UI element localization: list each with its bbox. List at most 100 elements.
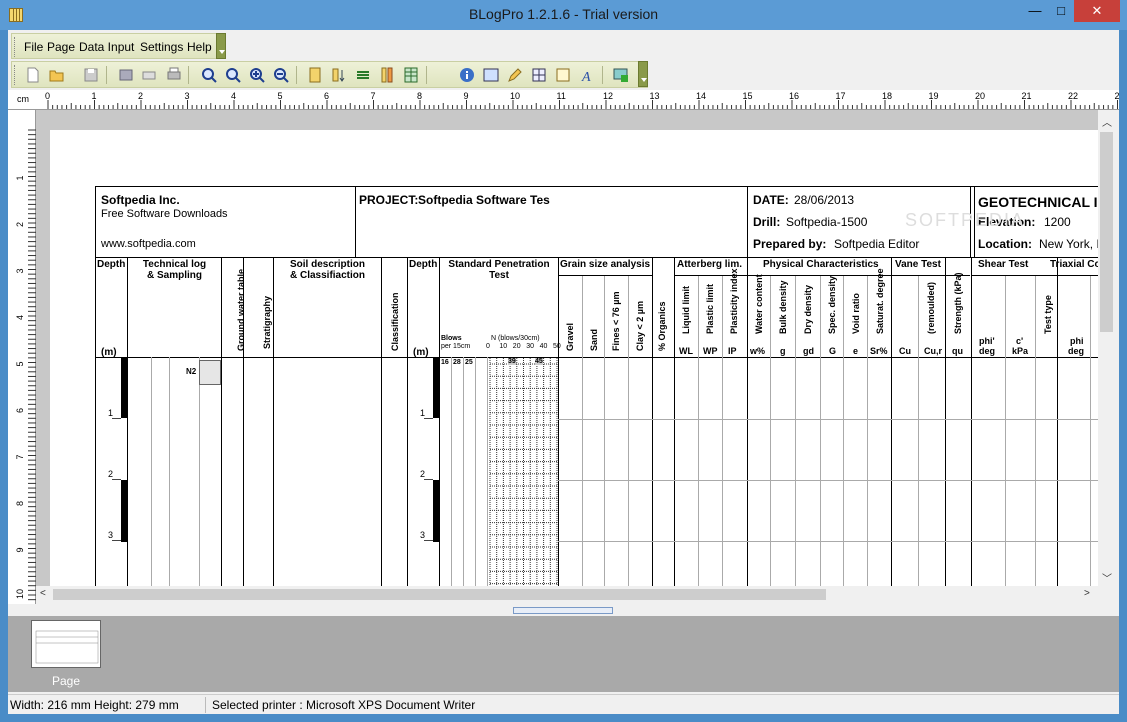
col-water-content: Water content bbox=[754, 274, 764, 334]
scroll-up-icon[interactable]: ︿ bbox=[1102, 114, 1112, 129]
col-spt: Standard Penetration Test bbox=[448, 259, 550, 281]
print-preview-icon[interactable] bbox=[140, 66, 158, 84]
page-thumbnail[interactable] bbox=[31, 620, 101, 668]
toolbar-separator bbox=[188, 66, 189, 84]
grid-icon[interactable] bbox=[530, 66, 548, 84]
date-value: 28/06/2013 bbox=[794, 193, 855, 207]
menu-file[interactable]: File bbox=[24, 40, 43, 54]
edit-icon[interactable] bbox=[506, 66, 524, 84]
menu-data-input[interactable]: Data Input bbox=[79, 40, 134, 54]
toolbar-overflow-button[interactable] bbox=[638, 61, 648, 87]
col-fines: Fines < 76 µm bbox=[611, 291, 621, 351]
company-tagline: Free Software Downloads bbox=[101, 208, 228, 220]
client-area: File Page Data Input Settings Help A cm … bbox=[8, 30, 1119, 714]
column-icon[interactable] bbox=[306, 66, 324, 84]
panel-splitter[interactable] bbox=[8, 604, 1119, 616]
splitter-grip[interactable] bbox=[513, 607, 613, 614]
layer-icon[interactable] bbox=[354, 66, 372, 84]
col-wl: WL bbox=[679, 346, 693, 356]
col-g: g bbox=[780, 346, 786, 356]
prepared-label: Prepared by: bbox=[753, 237, 827, 251]
ruler-tick-label: 1 bbox=[92, 91, 97, 101]
thumbnail-preview bbox=[35, 630, 99, 664]
thumbnail-label: Page bbox=[51, 674, 81, 688]
zoom-page-icon[interactable] bbox=[224, 66, 242, 84]
close-button[interactable]: ✕ bbox=[1074, 0, 1120, 22]
col-ground-water-table: Ground water table bbox=[236, 268, 246, 351]
project-value: Softpedia Software Tes bbox=[418, 193, 550, 207]
ruler-tick-label: 1 bbox=[15, 175, 25, 180]
col-classification: Classification bbox=[390, 292, 400, 351]
scroll-down-icon[interactable]: ﹀ bbox=[1102, 570, 1112, 585]
scroll-left-icon[interactable]: < bbox=[40, 588, 46, 599]
vertical-ruler: 1 2 3 4 5 6 7 8 9 10 bbox=[8, 110, 36, 604]
ruler-tick-label: 20 bbox=[975, 91, 985, 101]
company-name: Softpedia Inc. bbox=[101, 193, 180, 207]
sort-icon[interactable] bbox=[330, 66, 348, 84]
ruler-tick-label: 19 bbox=[929, 91, 939, 101]
save-icon[interactable] bbox=[82, 66, 100, 84]
horizontal-scroll-thumb[interactable] bbox=[53, 589, 826, 600]
bar-icon[interactable] bbox=[378, 66, 396, 84]
n-value-1: 39 bbox=[508, 358, 516, 365]
zoom-in-icon[interactable] bbox=[248, 66, 266, 84]
col-organics: % Organics bbox=[657, 301, 667, 351]
minimize-button[interactable]: — bbox=[1022, 0, 1048, 22]
blow-count-1: 16 bbox=[441, 359, 449, 366]
menu-page[interactable]: Page bbox=[47, 40, 75, 54]
sample-label: N2 bbox=[186, 367, 197, 376]
location-value: New York, I bbox=[1039, 237, 1098, 251]
ruler-tick-label: 10 bbox=[15, 589, 25, 599]
print-icon[interactable] bbox=[165, 66, 183, 84]
spt-scale-label: 40 bbox=[539, 343, 548, 350]
ruler-tick-label: 8 bbox=[417, 91, 422, 101]
col-e: e bbox=[853, 346, 859, 356]
maximize-button[interactable]: □ bbox=[1048, 0, 1074, 22]
ruler-tick-label: 7 bbox=[371, 91, 376, 101]
ruler-tick-label: 3 bbox=[185, 91, 190, 101]
table-icon[interactable] bbox=[402, 66, 420, 84]
col-phi-deg: deg bbox=[1068, 346, 1085, 356]
status-printer: Selected printer : Microsoft XPS Documen… bbox=[212, 698, 476, 712]
col-gd: gd bbox=[803, 346, 814, 356]
date-label: DATE: bbox=[753, 193, 789, 207]
status-divider bbox=[205, 697, 206, 713]
page-canvas[interactable]: Softpedia Inc. Free Software Downloads w… bbox=[36, 110, 1098, 586]
menubar-overflow-button[interactable] bbox=[216, 33, 226, 59]
report-page[interactable]: Softpedia Inc. Free Software Downloads w… bbox=[50, 130, 1098, 586]
col-depth-2-header: Depth bbox=[409, 259, 438, 270]
col-plastic-limit: Plastic limit bbox=[705, 283, 715, 334]
drill-label: Drill: bbox=[753, 215, 781, 229]
zoom-out-icon[interactable] bbox=[272, 66, 290, 84]
menubar-grip[interactable] bbox=[14, 37, 17, 57]
form-icon[interactable] bbox=[554, 66, 572, 84]
info-icon[interactable] bbox=[458, 66, 476, 84]
depth-mark-2: 2 bbox=[108, 469, 114, 479]
menu-help[interactable]: Help bbox=[187, 40, 212, 54]
cut-icon[interactable] bbox=[117, 66, 135, 84]
toolbar-grip[interactable] bbox=[14, 65, 17, 85]
ruler-tick-label: 4 bbox=[15, 315, 25, 320]
spt-scale-label: 20 bbox=[512, 343, 521, 350]
horizontal-scrollbar[interactable]: < > bbox=[36, 586, 1098, 603]
ruler-tick-label: 21 bbox=[1022, 91, 1032, 101]
ruler-tick-label: 8 bbox=[15, 501, 25, 506]
vertical-scrollbar[interactable]: ︿ ﹀ bbox=[1098, 110, 1115, 586]
page-thumbnails-panel: Page bbox=[8, 616, 1119, 692]
menu-settings[interactable]: Settings bbox=[140, 40, 183, 54]
text-icon[interactable]: A bbox=[578, 66, 596, 84]
col-vane-test: Vane Test bbox=[895, 259, 941, 270]
watermark: SOFTPEDIA bbox=[905, 210, 1026, 230]
new-icon[interactable] bbox=[24, 66, 42, 84]
export-icon[interactable] bbox=[612, 66, 630, 84]
title-bar[interactable]: BLogPro 1.2.1.6 - Trial version — □ ✕ bbox=[0, 0, 1127, 30]
depth-mark-2-3: 3 bbox=[420, 530, 426, 540]
open-icon[interactable] bbox=[48, 66, 66, 84]
scroll-right-icon[interactable]: > bbox=[1084, 588, 1090, 599]
vertical-scroll-thumb[interactable] bbox=[1100, 132, 1113, 332]
zoom-width-icon[interactable] bbox=[200, 66, 218, 84]
toolbar-separator bbox=[106, 66, 107, 84]
ruler-tick-label: 6 bbox=[324, 91, 329, 101]
image-icon[interactable] bbox=[482, 66, 500, 84]
toolbar-separator bbox=[296, 66, 297, 84]
